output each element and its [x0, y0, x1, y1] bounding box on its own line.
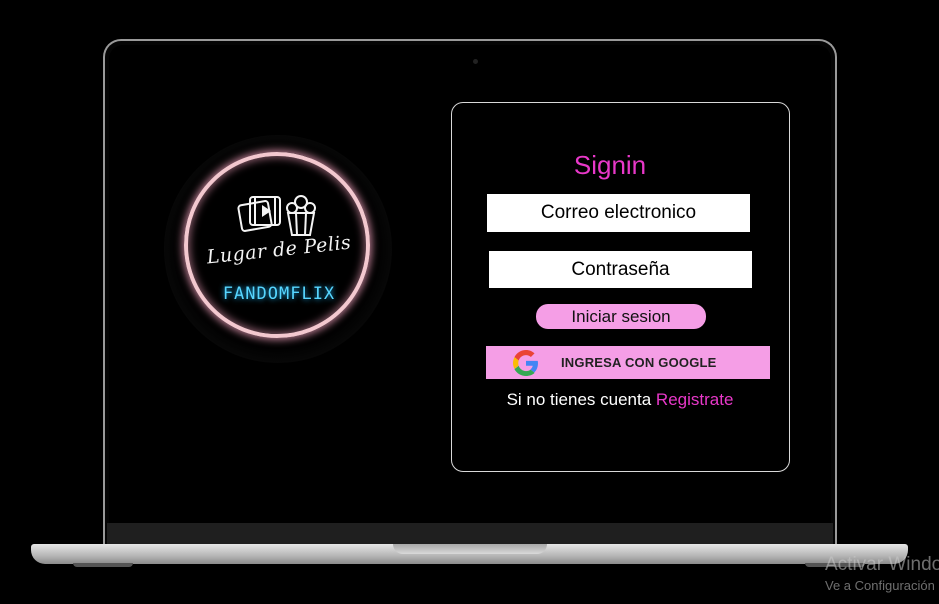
register-link[interactable]: Registrate	[656, 390, 733, 409]
login-button[interactable]: Iniciar sesion	[536, 304, 706, 329]
screen-bezel-bottom	[107, 523, 833, 545]
register-prompt: Si no tienes cuenta	[506, 390, 652, 409]
google-icon	[513, 350, 538, 376]
watermark-subtitle: Ve a Configuración	[825, 578, 935, 593]
google-signin-label: INGRESA CON GOOGLE	[561, 355, 717, 370]
windows-activation-watermark: Activar Windows Ve a Configuración	[825, 555, 939, 595]
page: Lugar de Pelis FANDOMFLIX Signin Iniciar…	[0, 0, 939, 604]
popcorn-icon	[286, 195, 316, 236]
password-field[interactable]	[489, 251, 752, 288]
logo-brand-text: FANDOMFLIX	[222, 284, 336, 304]
base-notch	[393, 544, 547, 554]
signin-title: Signin	[573, 150, 647, 180]
laptop-foot-left	[73, 563, 133, 567]
fandomflix-logo: Lugar de Pelis FANDOMFLIX	[164, 135, 392, 363]
watermark-title: Activar Windows	[825, 554, 939, 575]
google-signin-button[interactable]: INGRESA CON GOOGLE	[486, 346, 770, 379]
logo-icons	[237, 195, 316, 236]
register-line: Si no tienes cuenta Registrate	[452, 390, 788, 410]
film-icon	[237, 196, 281, 232]
camera-icon	[473, 59, 478, 64]
laptop-base	[31, 544, 908, 564]
email-field[interactable]	[487, 194, 750, 232]
signin-card: Signin Iniciar sesion INGRESA CON GOOGLE…	[451, 102, 790, 472]
